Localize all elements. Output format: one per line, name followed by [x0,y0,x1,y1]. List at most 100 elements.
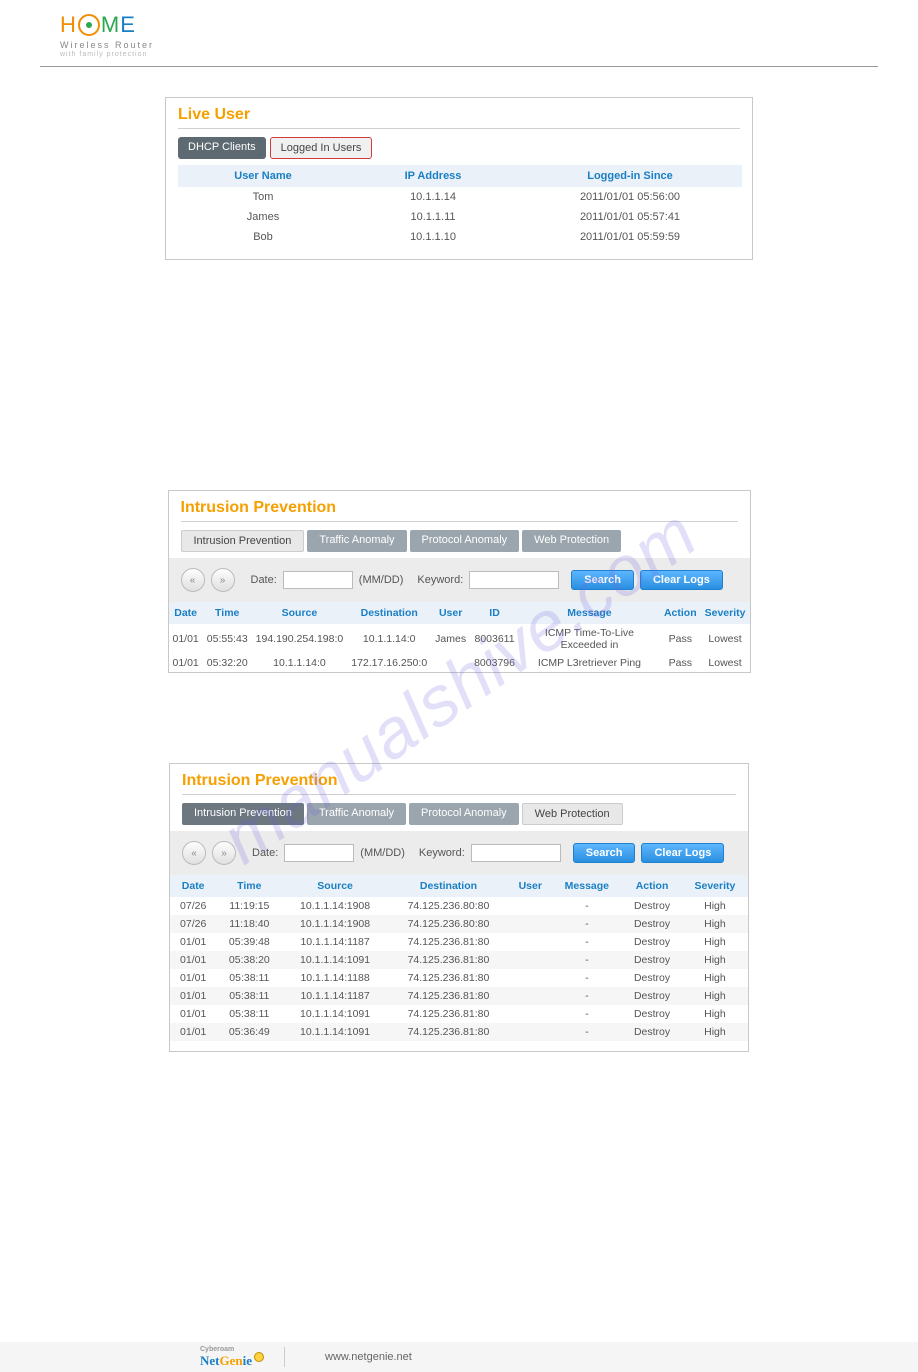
tab-traffic-anomaly[interactable]: Traffic Anomaly [307,803,406,825]
cell-ip: 10.1.1.14 [348,187,518,207]
table-row: 01/0105:36:4910.1.1.14:109174.125.236.81… [170,1023,748,1041]
cell-time: 05:36:49 [216,1023,282,1041]
cell-action: Destroy [622,1005,682,1023]
cell-user [509,915,551,933]
cell-user [509,969,551,987]
tab-web-protection[interactable]: Web Protection [522,803,623,825]
tab-intrusion-prevention[interactable]: Intrusion Prevention [182,803,304,825]
col-destination: Destination [388,875,509,897]
col-message: Message [519,602,660,624]
clear-logs-button[interactable]: Clear Logs [641,843,724,863]
cell-date: 01/01 [170,987,216,1005]
table-row: Bob10.1.1.102011/01/01 05:59:59 [178,227,742,247]
cell-date: 01/01 [170,1005,216,1023]
col-date: Date [169,602,203,624]
cell-action: Destroy [622,987,682,1005]
footer-link[interactable]: www.netgenie.net [325,1351,412,1363]
cell-msg: - [551,1023,622,1041]
cell-user [509,897,551,915]
tab-traffic-anomaly[interactable]: Traffic Anomaly [307,530,406,552]
prev-button[interactable]: « [182,841,206,865]
cell-time: 05:39:48 [216,933,282,951]
search-button[interactable]: Search [573,843,636,863]
table-row: 01/0105:38:1110.1.1.14:118874.125.236.81… [170,969,748,987]
title-divider [181,521,738,522]
col-source: Source [282,875,387,897]
date-hint: (MM/DD) [359,574,404,586]
cell-date: 07/26 [170,897,216,915]
col-action: Action [660,602,701,624]
cell-dst: 74.125.236.80:80 [388,915,509,933]
brand-logo: H M E Wireless Router with family protec… [40,10,878,62]
cell-dst: 172.17.16.250:0 [347,654,431,672]
cell-action: Destroy [622,969,682,987]
cell-time: 11:18:40 [216,915,282,933]
cell-dst: 74.125.236.81:80 [388,951,509,969]
col-time: Time [216,875,282,897]
cell-action: Destroy [622,897,682,915]
cell-user: James [178,207,348,227]
keyword-input[interactable] [471,844,561,862]
cell-severity: High [682,1005,748,1023]
tab-intrusion-prevention[interactable]: Intrusion Prevention [181,530,305,552]
col-destination: Destination [347,602,431,624]
table-row: 01/0105:38:1110.1.1.14:109174.125.236.81… [170,1005,748,1023]
cell-action: Destroy [622,1023,682,1041]
cell-msg: ICMP Time-To-Live Exceeded in [519,624,660,654]
cell-user [509,933,551,951]
keyword-input[interactable] [469,571,559,589]
footer-brand: Cyberoam NetGenie [190,1346,274,1369]
logo-letter-o [78,14,100,36]
table-row: 01/0105:38:1110.1.1.14:118774.125.236.81… [170,987,748,1005]
footer-divider [284,1347,285,1367]
date-input[interactable] [283,571,353,589]
next-button[interactable]: » [211,568,235,592]
cell-action: Destroy [622,915,682,933]
cell-time: 05:38:11 [216,1005,282,1023]
header-divider [40,66,878,67]
col-action: Action [622,875,682,897]
cell-dst: 74.125.236.81:80 [388,1023,509,1041]
date-label: Date: [252,847,278,859]
cell-severity: High [682,915,748,933]
intrusion-prevention-panel-2: Intrusion Prevention Intrusion Preventio… [169,763,749,1052]
cell-dst: 74.125.236.81:80 [388,933,509,951]
cell-user [431,654,470,672]
cell-date: 01/01 [170,933,216,951]
title-divider [182,794,736,795]
col-message: Message [551,875,622,897]
logo-subtitle: Wireless Router [60,40,858,50]
tab-protocol-anomaly[interactable]: Protocol Anomaly [409,803,519,825]
tab-dhcp-clients[interactable]: DHCP Clients [178,137,266,159]
date-hint: (MM/DD) [360,847,405,859]
next-button[interactable]: » [212,841,236,865]
cell-msg: - [551,897,622,915]
cell-action: Destroy [622,951,682,969]
cell-src: 10.1.1.14:1091 [282,1023,387,1041]
cell-user: Bob [178,227,348,247]
search-button[interactable]: Search [571,570,634,590]
cell-action: Pass [660,654,701,672]
footer-brand-small: Cyberoam [200,1346,252,1353]
cell-msg: - [551,1005,622,1023]
cell-user [509,951,551,969]
cell-severity: High [682,1023,748,1041]
tab-protocol-anomaly[interactable]: Protocol Anomaly [410,530,520,552]
col-source: Source [252,602,348,624]
col-logged-in-since: Logged-in Since [518,165,742,187]
cell-user [509,987,551,1005]
page-footer: Cyberoam NetGenie www.netgenie.net [0,1342,918,1372]
tab-logged-in-users[interactable]: Logged In Users [270,137,373,159]
cell-user: James [431,624,470,654]
ip-log-table: Date Time Source Destination User ID Mes… [169,602,750,672]
panel-title: Live User [166,98,752,128]
cell-severity: High [682,897,748,915]
date-input[interactable] [284,844,354,862]
prev-button[interactable]: « [181,568,205,592]
tab-web-protection[interactable]: Web Protection [522,530,621,552]
col-user-name: User Name [178,165,348,187]
cell-dst: 74.125.236.81:80 [388,1005,509,1023]
cell-src: 10.1.1.14:1187 [282,933,387,951]
cell-msg: - [551,969,622,987]
clear-logs-button[interactable]: Clear Logs [640,570,723,590]
